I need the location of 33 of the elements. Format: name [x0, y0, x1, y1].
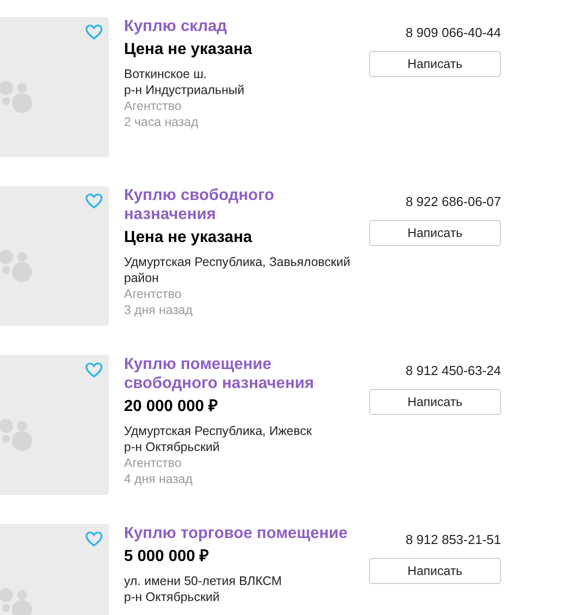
phone-number: 8 912 450-63-24: [406, 363, 501, 379]
heart-icon[interactable]: [85, 193, 103, 209]
seller-type: Агентство: [124, 98, 182, 114]
write-button[interactable]: Написать: [369, 389, 501, 415]
heart-icon[interactable]: [85, 531, 103, 547]
listing-title[interactable]: Куплю свободного назначения: [124, 186, 364, 224]
address-line: ул. имени 50-летия ВЛКСМ: [124, 573, 283, 589]
address-line: р-н Индустриальный: [124, 82, 246, 98]
listing-title[interactable]: Куплю помещение свободного назначения: [124, 355, 364, 393]
heart-icon[interactable]: [85, 362, 103, 378]
posted-time: 2 часа назад: [124, 114, 200, 130]
price: 20 000 000 ₽: [124, 397, 219, 416]
listing-title[interactable]: Куплю торговое помещение: [124, 524, 364, 543]
write-button[interactable]: Написать: [369, 220, 501, 246]
address-line: р-н Октябрьский: [124, 439, 221, 455]
write-button[interactable]: Написать: [369, 51, 501, 77]
seller-type: Агентство: [124, 286, 182, 302]
listing-title[interactable]: Куплю склад: [124, 17, 364, 36]
address-line: Удмуртская Республика, Ижевск: [124, 423, 313, 439]
price: 5 000 000 ₽: [124, 547, 210, 566]
seller-type: Агентство: [124, 455, 182, 471]
phone-number: 8 922 686-06-07: [406, 194, 501, 210]
address-line: р-н Октябрьский: [124, 589, 221, 605]
price: Цена не указана: [124, 40, 254, 59]
write-button[interactable]: Написать: [369, 558, 501, 584]
address-line: Удмуртская Республика, Завьяловский район: [124, 254, 352, 286]
posted-time: 4 дня назад: [124, 471, 194, 487]
posted-time: 3 дня назад: [124, 302, 194, 318]
address-line: Воткинское ш.: [124, 66, 208, 82]
price: Цена не указана: [124, 228, 254, 247]
phone-number: 8 912 853-21-51: [406, 532, 501, 548]
phone-number: 8 909 066-40-44: [406, 25, 501, 41]
heart-icon[interactable]: [85, 24, 103, 40]
